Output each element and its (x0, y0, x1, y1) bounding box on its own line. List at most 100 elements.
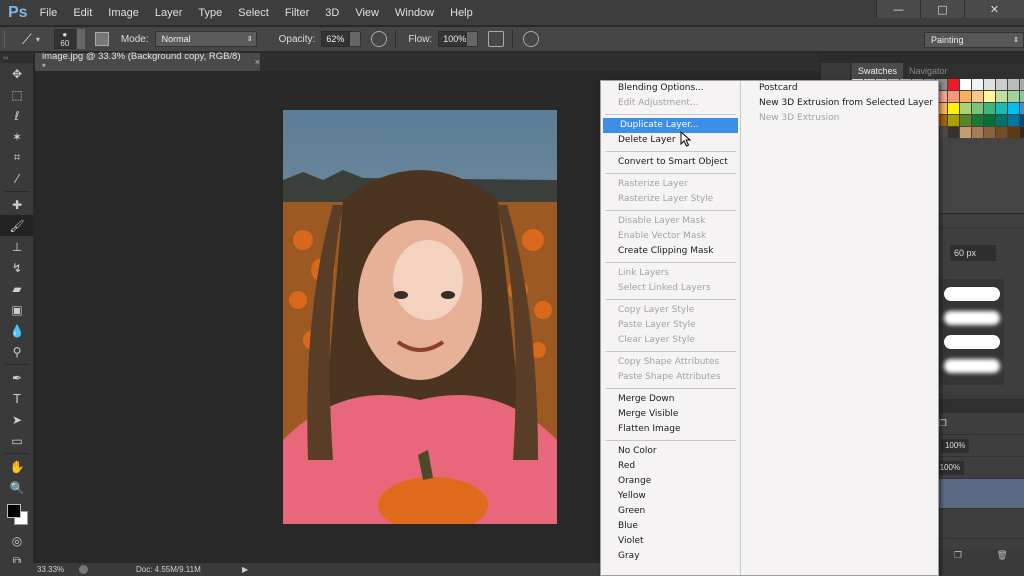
workspace-select[interactable]: Painting ⇕ (924, 32, 1024, 48)
menu-item-duplicate-layer[interactable]: Duplicate Layer... (603, 118, 738, 133)
color-swatch[interactable] (984, 127, 995, 138)
menu-item-green[interactable]: Green (601, 504, 740, 519)
opacity-dropdown[interactable] (349, 31, 362, 47)
grip-handle[interactable] (4, 31, 10, 47)
menu-item-violet[interactable]: Violet (601, 534, 740, 549)
menu-item-flatten-image[interactable]: Flatten Image (601, 422, 740, 437)
color-swatch[interactable] (972, 115, 983, 126)
color-swatch[interactable] (948, 103, 959, 114)
menu-item-gray[interactable]: Gray (601, 549, 740, 564)
dock-header[interactable] (821, 53, 1024, 63)
color-swatch[interactable] (1008, 103, 1019, 114)
menu-item-merge-down[interactable]: Merge Down (601, 392, 740, 407)
zoom-tool[interactable]: 🔍 (0, 477, 34, 498)
brush-picker-dropdown[interactable] (76, 29, 85, 49)
type-tool[interactable]: T (0, 388, 34, 409)
clone-stamp-tool[interactable]: ⊥ (0, 236, 34, 257)
close-button[interactable]: ✕ (964, 0, 1024, 18)
menu-window[interactable]: Window (395, 7, 434, 19)
color-swatch[interactable] (1008, 115, 1019, 126)
gradient-tool[interactable]: ▣ (0, 299, 34, 320)
color-swatch[interactable] (960, 115, 971, 126)
menu-image[interactable]: Image (108, 7, 139, 19)
flow-dropdown[interactable] (466, 31, 479, 47)
zoom-level[interactable]: 33.33% (37, 565, 75, 574)
menu-item-red[interactable]: Red (601, 459, 740, 474)
menu-edit[interactable]: Edit (73, 7, 92, 19)
status-menu-arrow[interactable]: ▶ (242, 565, 248, 574)
healing-brush-tool[interactable]: ✚ (0, 194, 34, 215)
menu-item-merge-visible[interactable]: Merge Visible (601, 407, 740, 422)
brush-preset[interactable] (944, 287, 1000, 301)
blur-tool[interactable]: 💧 (0, 320, 34, 341)
menu-file[interactable]: File (40, 7, 58, 19)
layer-opacity-input[interactable]: 100% (941, 438, 970, 453)
maximize-button[interactable]: □ (920, 0, 964, 18)
pressure-opacity-icon[interactable] (371, 31, 388, 47)
brush-panel-toggle-icon[interactable] (94, 32, 109, 46)
crop-tool[interactable]: ⌗ (0, 147, 34, 168)
color-swatch[interactable] (1020, 115, 1024, 126)
color-swatch[interactable] (984, 79, 995, 90)
menu-layer[interactable]: Layer (155, 7, 183, 19)
color-swatch[interactable] (996, 103, 1007, 114)
color-swatch[interactable] (960, 79, 971, 90)
menu-item-blue[interactable]: Blue (601, 519, 740, 534)
color-swatch[interactable] (1008, 91, 1019, 102)
path-selection-tool[interactable]: ➤ (0, 409, 34, 430)
menu-item-create-clipping-mask[interactable]: Create Clipping Mask (601, 244, 740, 259)
eraser-tool[interactable]: ▰ (0, 278, 34, 299)
tab-navigator[interactable]: Navigator (903, 63, 954, 79)
color-swatch[interactable] (1008, 127, 1019, 138)
magic-wand-tool[interactable]: ✶ (0, 126, 34, 147)
eyedropper-tool[interactable]: ⁄ (0, 168, 34, 189)
color-swatch[interactable] (948, 79, 959, 90)
move-tool[interactable]: ✥ (0, 63, 34, 84)
color-swatch[interactable] (1020, 91, 1024, 102)
brush-size-picker[interactable]: ● 60 (53, 29, 76, 49)
color-swatch[interactable] (996, 127, 1007, 138)
opacity-input[interactable]: 62% (321, 31, 350, 47)
color-swatch[interactable] (948, 115, 959, 126)
color-swatch[interactable] (1008, 79, 1019, 90)
chevron-down-icon[interactable]: ▾ (36, 35, 40, 44)
color-swatch[interactable] (996, 79, 1007, 90)
history-brush-tool[interactable]: ↯ (0, 257, 34, 278)
pressure-size-icon[interactable] (523, 31, 540, 47)
hand-tool[interactable]: ✋ (0, 456, 34, 477)
brush-tool[interactable]: 🖌 (0, 215, 34, 236)
layer-fill-input[interactable]: 100% (935, 460, 964, 475)
brush-preset-icon[interactable]: ⟋ (22, 31, 32, 48)
color-swatch[interactable] (972, 103, 983, 114)
flow-input[interactable]: 100% (438, 31, 466, 47)
color-swatch[interactable] (972, 79, 983, 90)
color-swatch[interactable] (984, 91, 995, 102)
menu-item-orange[interactable]: Orange (601, 474, 740, 489)
menu-item-no-color[interactable]: No Color (601, 444, 740, 459)
color-swatch[interactable] (972, 91, 983, 102)
dodge-tool[interactable]: ⚲ (0, 341, 34, 362)
color-swatch[interactable] (1020, 127, 1024, 138)
trash-icon[interactable]: 🗑 (996, 551, 1007, 561)
color-swatch[interactable] (984, 115, 995, 126)
tab-swatches[interactable]: Swatches (852, 63, 904, 79)
brush-preset[interactable] (944, 359, 1000, 373)
color-swatch[interactable] (972, 127, 983, 138)
quick-mask-icon[interactable]: ◎ (0, 530, 34, 551)
menu-item-yellow[interactable]: Yellow (601, 489, 740, 504)
collapse-toggle[interactable]: ›› (0, 53, 33, 63)
color-swatch[interactable] (996, 115, 1007, 126)
menu-filter[interactable]: Filter (285, 7, 309, 19)
share-icon[interactable] (79, 565, 88, 574)
menu-item-new-3d-extrusion-from-selected-layer[interactable]: New 3D Extrusion from Selected Layer (742, 96, 939, 111)
menu-item-convert-to-smart-object[interactable]: Convert to Smart Object (601, 155, 740, 170)
menu-select[interactable]: Select (238, 7, 269, 19)
color-swatch[interactable] (984, 103, 995, 114)
menu-3d[interactable]: 3D (325, 7, 339, 19)
minimize-button[interactable]: — (876, 0, 920, 18)
color-swatch[interactable] (1020, 79, 1024, 90)
brush-size-input[interactable]: 60 px (950, 245, 996, 261)
document-image[interactable] (283, 110, 557, 524)
airbrush-icon[interactable] (488, 31, 505, 47)
mode-select[interactable]: Normal ⇕ (154, 31, 257, 47)
